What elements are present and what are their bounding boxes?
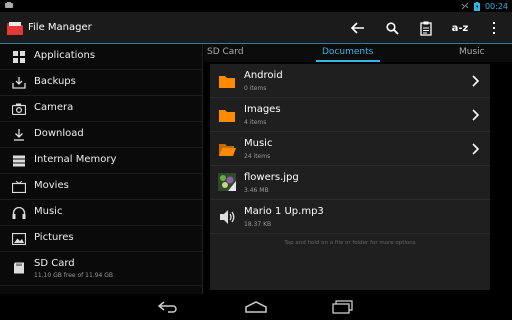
drawer-item-sublabel: 11.10 GB free of 11.94 GB — [34, 272, 114, 279]
drawer-item-internal-memory[interactable]: Internal Memory — [0, 148, 203, 174]
file-meta: 0 items — [244, 85, 267, 92]
drawer-item-label: Camera — [34, 102, 74, 113]
android-notification-icon — [5, 2, 13, 8]
tab-documents[interactable]: Documents — [322, 47, 373, 57]
clipboard-icon — [420, 21, 432, 36]
tv-icon — [12, 181, 26, 193]
drawer-item-label: SD Card — [34, 258, 75, 269]
chevron-right-icon[interactable] — [470, 74, 480, 88]
file-row-flowers-jpg[interactable]: flowers.jpg 3.46 MB — [210, 166, 490, 200]
search-button[interactable] — [382, 18, 402, 38]
drawer-item-label: Pictures — [34, 232, 74, 243]
download-tray-icon — [12, 77, 26, 89]
chevron-right-icon[interactable] — [470, 142, 480, 156]
picture-icon — [12, 233, 26, 245]
nav-back-button[interactable] — [156, 299, 182, 315]
file-meta: 4 items — [244, 119, 267, 126]
chevron-right-icon[interactable] — [470, 108, 480, 122]
file-name: Music — [244, 138, 273, 149]
file-row-music[interactable]: Music 24 items — [210, 132, 490, 166]
file-row-images[interactable]: Images 4 items — [210, 98, 490, 132]
home-icon — [245, 301, 267, 313]
camera-icon — [12, 103, 26, 115]
drawer-item-label: Movies — [34, 180, 69, 191]
file-manager-logo-icon — [7, 22, 23, 35]
sd-card-icon — [14, 262, 24, 274]
app-title: File Manager — [28, 22, 92, 33]
folder-icon — [219, 110, 235, 122]
back-icon — [158, 301, 177, 313]
drawer-item-pictures[interactable]: Pictures — [0, 226, 203, 252]
drawer-item-label: Internal Memory — [34, 154, 117, 165]
drawer-item-label: Backups — [34, 76, 76, 87]
recent-apps-icon — [332, 300, 353, 314]
nav-recent-apps-button[interactable] — [330, 299, 356, 315]
drawer-item-movies[interactable]: Movies — [0, 174, 203, 200]
apps-grid-icon — [13, 51, 25, 63]
back-arrow-button[interactable] — [348, 18, 368, 38]
file-meta: 24 items — [244, 153, 271, 160]
navigation-drawer: Applications Backups Camera Download Int… — [0, 44, 203, 294]
sort-button[interactable]: a-z — [448, 18, 472, 38]
drawer-item-backups[interactable]: Backups — [0, 70, 203, 96]
search-icon — [385, 21, 399, 35]
drawer-item-music[interactable]: Music — [0, 200, 203, 226]
file-row-mario-mp3[interactable]: Mario 1 Up.mp3 18.37 KB — [210, 200, 490, 234]
file-meta: 3.46 MB — [244, 187, 269, 194]
file-name: Android — [244, 70, 283, 81]
drawer-item-label: Music — [34, 206, 63, 217]
system-navigation-bar — [0, 294, 512, 320]
storage-icon — [13, 155, 25, 167]
status-bar: 00:24 — [0, 0, 512, 12]
clock-text: 00:24 — [484, 1, 508, 11]
headphones-icon — [12, 207, 26, 219]
file-meta: 18.37 KB — [244, 221, 272, 228]
image-thumbnail-icon — [218, 173, 236, 191]
speaker-icon — [220, 210, 235, 224]
active-tab-indicator — [316, 60, 380, 62]
overflow-menu-button[interactable] — [484, 18, 504, 38]
tab-sd-card[interactable]: SD Card — [207, 47, 244, 57]
signal-off-icon — [461, 2, 469, 10]
drawer-item-camera[interactable]: Camera — [0, 96, 203, 122]
clipboard-button[interactable] — [416, 18, 436, 38]
nav-home-button[interactable] — [243, 299, 269, 315]
folder-icon — [219, 76, 235, 88]
file-name: Images — [244, 104, 281, 115]
drawer-item-label: Applications — [34, 50, 96, 61]
drawer-item-applications[interactable]: Applications — [0, 44, 203, 70]
file-row-android[interactable]: Android 0 items — [210, 64, 490, 98]
arrow-left-icon — [351, 22, 364, 34]
file-name: flowers.jpg — [244, 172, 299, 183]
folder-open-icon — [219, 144, 236, 156]
sort-label: a-z — [451, 22, 469, 34]
file-list: Android 0 items Images 4 items Music 24 — [210, 64, 490, 290]
action-bar: File Manager a-z — [0, 12, 512, 44]
drawer-item-label: Download — [34, 128, 84, 139]
hint-text: Tap and hold on a file or folder for mor… — [284, 240, 416, 246]
drawer-item-sd-card[interactable]: SD Card 11.10 GB free of 11.94 GB — [0, 252, 203, 286]
download-icon — [14, 129, 24, 141]
content-pane: SD Card Documents Music Android 0 items … — [204, 44, 512, 294]
battery-icon — [473, 1, 480, 11]
tab-music[interactable]: Music — [459, 47, 485, 57]
more-vertical-icon — [493, 22, 495, 34]
file-name: Mario 1 Up.mp3 — [244, 206, 324, 217]
drawer-item-download[interactable]: Download — [0, 122, 203, 148]
location-tabs: SD Card Documents Music — [204, 44, 512, 62]
